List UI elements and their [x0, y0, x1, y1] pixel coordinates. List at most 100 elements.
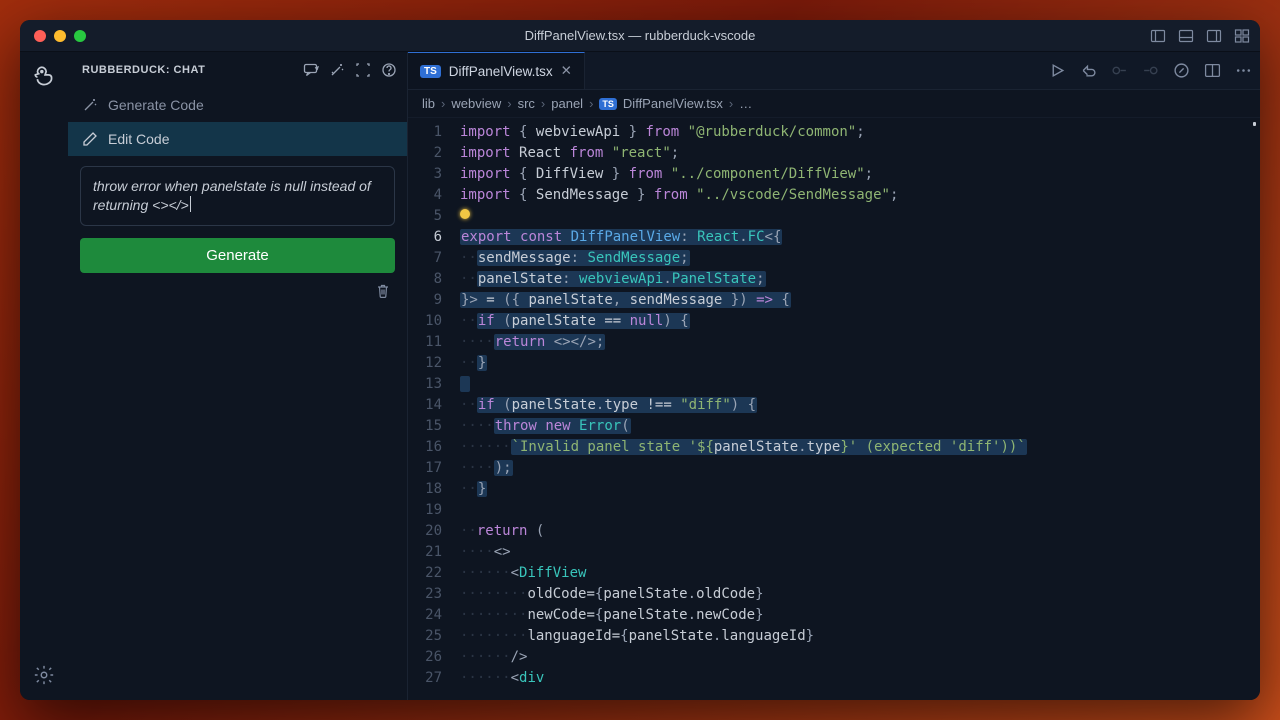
code-line[interactable]: 5	[408, 206, 1260, 227]
selection-icon[interactable]	[355, 62, 371, 78]
breadcrumb-file[interactable]: DiffPanelView.tsx	[623, 96, 723, 111]
code-line[interactable]: 17····);	[408, 458, 1260, 479]
step-icon[interactable]	[1111, 62, 1128, 79]
line-content	[460, 500, 1260, 521]
breadcrumb[interactable]: lib› webview› src› panel› TS DiffPanelVi…	[408, 90, 1260, 118]
sidebar-header: RUBBERDUCK: CHAT	[68, 52, 407, 88]
line-number: 19	[408, 500, 460, 521]
generate-button[interactable]: Generate	[80, 238, 395, 273]
tab-filename: DiffPanelView.tsx	[449, 64, 553, 79]
tab-diffpanelview[interactable]: TS DiffPanelView.tsx ✕	[408, 52, 585, 89]
breadcrumb-seg[interactable]: src	[518, 96, 535, 111]
compass-icon[interactable]	[1173, 62, 1190, 79]
edit-code-row[interactable]: Edit Code	[68, 122, 407, 156]
code-line[interactable]: 23········oldCode={panelState.oldCode}	[408, 584, 1260, 605]
chat-icon[interactable]	[303, 62, 319, 78]
edit-code-label: Edit Code	[108, 131, 169, 147]
code-area[interactable]: 1import { webviewApi } from "@rubberduck…	[408, 118, 1260, 700]
line-content: ····throw new Error(	[460, 416, 1260, 437]
code-line[interactable]: 26······/>	[408, 647, 1260, 668]
minimap-indicator	[1253, 122, 1256, 126]
line-number: 6	[408, 227, 460, 248]
code-line[interactable]: 1import { webviewApi } from "@rubberduck…	[408, 122, 1260, 143]
breadcrumb-seg[interactable]: webview	[451, 96, 501, 111]
code-line[interactable]: 8··panelState: webviewApi.PanelState;	[408, 269, 1260, 290]
line-content: import { SendMessage } from "../vscode/S…	[460, 185, 1260, 206]
line-number: 16	[408, 437, 460, 458]
settings-gear-icon[interactable]	[33, 664, 55, 686]
line-number: 7	[408, 248, 460, 269]
layout-grid-icon[interactable]	[1234, 28, 1250, 44]
line-number: 23	[408, 584, 460, 605]
code-line[interactable]: 3import { DiffView } from "../component/…	[408, 164, 1260, 185]
line-number: 9	[408, 290, 460, 311]
code-line[interactable]: 6export const DiffPanelView: React.FC<{	[408, 227, 1260, 248]
code-line[interactable]: 22······<DiffView	[408, 563, 1260, 584]
line-content: ········oldCode={panelState.oldCode}	[460, 584, 1260, 605]
more-icon[interactable]	[1235, 62, 1252, 79]
line-number: 20	[408, 521, 460, 542]
code-line[interactable]: 7··sendMessage: SendMessage;	[408, 248, 1260, 269]
close-window-button[interactable]	[34, 30, 46, 42]
code-line[interactable]: 10··if (panelState == null) {	[408, 311, 1260, 332]
code-line[interactable]: 16······`Invalid panel state '${panelSta…	[408, 437, 1260, 458]
panel-bottom-icon[interactable]	[1178, 28, 1194, 44]
code-line[interactable]: 25········languageId={panelState.languag…	[408, 626, 1260, 647]
titlebar: DiffPanelView.tsx — rubberduck-vscode	[20, 20, 1260, 52]
activity-bar	[20, 52, 68, 700]
line-content: ··return (	[460, 521, 1260, 542]
code-line[interactable]: 20··return (	[408, 521, 1260, 542]
line-content: ··if (panelState == null) {	[460, 311, 1260, 332]
text-cursor	[190, 196, 191, 212]
line-content: ······<DiffView	[460, 563, 1260, 584]
code-line[interactable]: 13	[408, 374, 1260, 395]
step-over-icon[interactable]	[1142, 62, 1159, 79]
run-icon[interactable]	[1049, 62, 1066, 79]
code-line[interactable]: 18··}	[408, 479, 1260, 500]
code-line[interactable]: 15····throw new Error(	[408, 416, 1260, 437]
line-number: 18	[408, 479, 460, 500]
line-content: ··if (panelState.type !== "diff") {	[460, 395, 1260, 416]
panel-right-icon[interactable]	[1206, 28, 1222, 44]
line-number: 13	[408, 374, 460, 395]
prompt-input[interactable]: throw error when panelstate is null inst…	[80, 166, 395, 226]
rerun-icon[interactable]	[1080, 62, 1097, 79]
code-line[interactable]: 9}> = ({ panelState, sendMessage }) => {	[408, 290, 1260, 311]
code-line[interactable]: 19	[408, 500, 1260, 521]
code-line[interactable]: 4import { SendMessage } from "../vscode/…	[408, 185, 1260, 206]
magic-wand-icon	[82, 97, 98, 113]
line-content: ········newCode={panelState.newCode}	[460, 605, 1260, 626]
trash-icon[interactable]	[375, 283, 391, 299]
code-line[interactable]: 11····return <></>;	[408, 332, 1260, 353]
line-content	[460, 374, 1260, 395]
maximize-window-button[interactable]	[74, 30, 86, 42]
panel-left-icon[interactable]	[1150, 28, 1166, 44]
code-line[interactable]: 21····<>	[408, 542, 1260, 563]
line-number: 3	[408, 164, 460, 185]
minimize-window-button[interactable]	[54, 30, 66, 42]
breadcrumb-seg[interactable]: lib	[422, 96, 435, 111]
line-content: import { webviewApi } from "@rubberduck/…	[460, 122, 1260, 143]
code-line[interactable]: 24········newCode={panelState.newCode}	[408, 605, 1260, 626]
code-line[interactable]: 14··if (panelState.type !== "diff") {	[408, 395, 1260, 416]
line-number: 21	[408, 542, 460, 563]
help-icon[interactable]	[381, 62, 397, 78]
line-number: 22	[408, 563, 460, 584]
line-content: ····return <></>;	[460, 332, 1260, 353]
line-content: export const DiffPanelView: React.FC<{	[460, 227, 1260, 248]
line-number: 25	[408, 626, 460, 647]
split-editor-icon[interactable]	[1204, 62, 1221, 79]
line-content: ····);	[460, 458, 1260, 479]
breadcrumb-seg[interactable]: panel	[551, 96, 583, 111]
generate-code-row[interactable]: Generate Code	[68, 88, 407, 122]
line-content: }> = ({ panelState, sendMessage }) => {	[460, 290, 1260, 311]
editor: TS DiffPanelView.tsx ✕ lib› webview›	[408, 52, 1260, 700]
magic-wand-icon[interactable]	[329, 62, 345, 78]
code-line[interactable]: 27······<div	[408, 668, 1260, 689]
close-tab-icon[interactable]: ✕	[561, 63, 572, 79]
line-number: 17	[408, 458, 460, 479]
line-number: 14	[408, 395, 460, 416]
code-line[interactable]: 2import React from "react";	[408, 143, 1260, 164]
rubberduck-icon[interactable]	[31, 64, 57, 90]
code-line[interactable]: 12··}	[408, 353, 1260, 374]
